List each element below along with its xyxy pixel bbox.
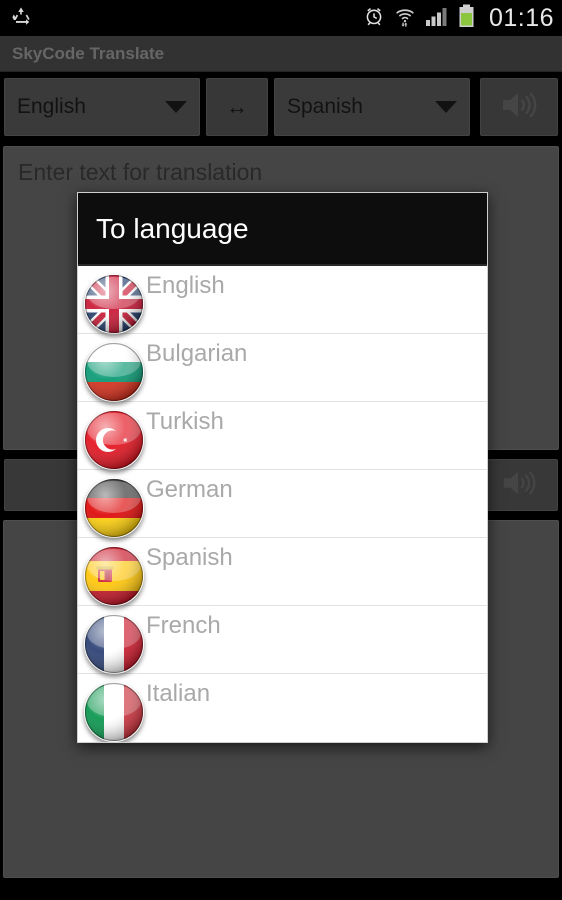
wifi-icon bbox=[394, 5, 416, 32]
status-bar-clock: 01:16 bbox=[488, 3, 554, 32]
app-title-bar: SkyCode Translate bbox=[0, 36, 562, 72]
signal-bars-icon bbox=[425, 5, 449, 32]
list-item[interactable]: Spanish bbox=[78, 538, 487, 606]
status-bar: 01:16 bbox=[0, 0, 562, 36]
chevron-down-icon bbox=[435, 101, 457, 113]
chevron-down-icon bbox=[165, 101, 187, 113]
dialog-title: To language bbox=[96, 212, 249, 244]
list-item[interactable]: English bbox=[78, 266, 487, 334]
swap-arrows-icon: ↔ bbox=[226, 94, 248, 119]
speaker-icon bbox=[500, 467, 538, 504]
dialog-header: To language bbox=[78, 193, 487, 266]
to-language-dialog: To language English Bulgarian Turkish Ge… bbox=[77, 192, 488, 743]
translation-input-placeholder: Enter text for translation bbox=[18, 159, 263, 185]
list-item-label: Bulgarian bbox=[146, 340, 248, 367]
from-language-spinner[interactable]: English bbox=[4, 78, 200, 136]
list-item-label: Italian bbox=[146, 680, 211, 707]
language-list[interactable]: English Bulgarian Turkish German Spanish… bbox=[78, 266, 487, 742]
list-item-label: Turkish bbox=[146, 408, 224, 435]
phone-screen: 01:16 SkyCode Translate English ↔ Spanis… bbox=[0, 0, 562, 900]
speak-result-button[interactable] bbox=[480, 459, 558, 511]
list-item-label: French bbox=[146, 612, 221, 639]
speaker-icon bbox=[499, 88, 539, 127]
language-toolbar: English ↔ Spanish bbox=[0, 74, 562, 140]
speak-source-button[interactable] bbox=[480, 78, 558, 136]
recycle-icon bbox=[10, 5, 32, 32]
to-language-label: Spanish bbox=[287, 95, 363, 118]
flag-france-icon bbox=[84, 614, 144, 674]
page-title: SkyCode Translate bbox=[12, 43, 165, 63]
flag-bulgaria-icon bbox=[84, 342, 144, 402]
list-item[interactable]: French bbox=[78, 606, 487, 674]
list-item[interactable]: Italian bbox=[78, 674, 487, 742]
flag-spain-icon bbox=[84, 546, 144, 606]
list-item[interactable]: Bulgarian bbox=[78, 334, 487, 402]
flag-uk-icon bbox=[84, 274, 144, 334]
swap-languages-button[interactable]: ↔ bbox=[206, 78, 268, 136]
alarm-clock-icon bbox=[363, 5, 385, 32]
to-language-spinner[interactable]: Spanish bbox=[274, 78, 470, 136]
list-item-label: English bbox=[146, 272, 225, 299]
status-bar-right: 01:16 bbox=[363, 4, 554, 33]
list-item[interactable]: Turkish bbox=[78, 402, 487, 470]
list-item[interactable]: German bbox=[78, 470, 487, 538]
list-item-label: Spanish bbox=[146, 544, 233, 571]
status-bar-left bbox=[10, 5, 32, 32]
flag-turkey-icon bbox=[84, 410, 144, 470]
battery-icon bbox=[458, 4, 475, 33]
list-item-label: German bbox=[146, 476, 233, 503]
flag-italy-icon bbox=[84, 682, 144, 742]
from-language-label: English bbox=[17, 95, 86, 118]
flag-germany-icon bbox=[84, 478, 144, 538]
